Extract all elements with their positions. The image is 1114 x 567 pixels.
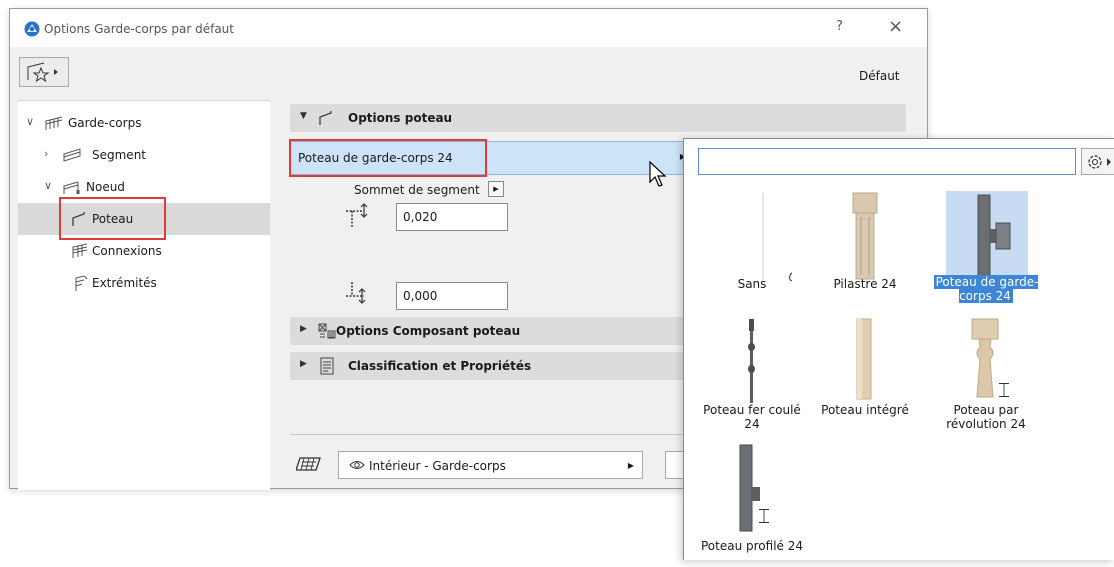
section-title: Classification et Propriétés (348, 359, 532, 373)
layer-select[interactable]: Intérieur - Garde-corps ▶ (338, 451, 643, 479)
section-options-poteau[interactable]: ▼ Options poteau (290, 104, 906, 132)
connections-icon (72, 243, 88, 258)
layer-icon (296, 457, 321, 471)
segment-top-label: Sommet de segment (354, 183, 480, 197)
component-icon (318, 323, 336, 339)
revolved-post-thumbnail: ⌶ (971, 318, 1010, 402)
library-settings-button[interactable] (1081, 148, 1114, 175)
svg-text:⌶: ⌶ (758, 504, 770, 528)
bottom-offset-icon (346, 282, 366, 304)
svg-text:⌶: ⌶ (998, 378, 1010, 402)
ends-icon (75, 275, 88, 291)
chevron-right-icon[interactable]: › (44, 147, 48, 160)
tree-item-label: Connexions (92, 244, 162, 258)
segment-icon (63, 148, 81, 162)
library-item-label: Poteau intégré (821, 403, 909, 417)
chevron-down-icon[interactable]: ∨ (26, 115, 34, 128)
tree-item-garde-corps[interactable]: ∨ Garde-corps (18, 107, 270, 139)
settings-tree: ∨ Garde-corps › Segment ∨ Noeud Poteau C… (18, 100, 270, 490)
tree-item-label: Noeud (86, 180, 125, 194)
library-item-poteau-garde-corps[interactable]: Poteau de garde-corps 24 (929, 191, 1043, 315)
bottom-offset-input[interactable]: 0,000 (396, 282, 508, 310)
library-item-poteau-integre[interactable]: Poteau intégré (808, 317, 922, 441)
section-title: Options poteau (348, 111, 453, 125)
library-search-input[interactable] (698, 148, 1076, 175)
railing-icon (45, 116, 63, 130)
highlight-box-picker (289, 139, 487, 177)
integrated-post-thumbnail (856, 318, 872, 400)
library-item-label: Pilastre 24 (833, 277, 897, 291)
favorites-star-icon (27, 62, 58, 83)
triangle-right-icon: ▶ (300, 324, 307, 334)
window-title: Options Garde-corps par défaut (44, 22, 234, 36)
pilaster-thumbnail (852, 192, 878, 280)
chevron-down-icon[interactable]: ∨ (44, 179, 52, 192)
library-item-label: Poteau fer coulé 24 (703, 403, 801, 431)
bottom-offset-value: 0,000 (403, 289, 438, 303)
segment-top-menu-button[interactable]: ▶ (488, 181, 504, 197)
default-label: Défaut (859, 69, 900, 83)
library-popup: ∅ Sans Pilastre 24 Poteau de garde-corps… (683, 138, 1114, 560)
close-button[interactable]: × (888, 16, 903, 37)
section-title: Options Composant poteau (336, 324, 521, 338)
profiled-post-thumbnail: ⌶ (739, 444, 770, 532)
eye-icon (349, 461, 365, 469)
library-item-label: Poteau de garde-corps 24 (933, 275, 1039, 303)
library-item-label: Sans (737, 277, 767, 291)
library-item-label: Poteau profilé 24 (701, 539, 803, 553)
top-offset-input[interactable]: 0,020 (396, 203, 508, 231)
triangle-right-icon: ▶ (300, 359, 307, 369)
library-item-label: Poteau par révolution 24 (946, 403, 1026, 431)
post-icon (319, 111, 332, 125)
gear-icon (1088, 155, 1111, 169)
classification-icon (320, 357, 334, 375)
none-item-icon: ∅ (762, 193, 792, 281)
library-item-poteau-fer-coule[interactable]: Poteau fer coulé 24 (695, 317, 809, 441)
library-item-sans[interactable]: ∅ Sans (695, 191, 809, 315)
highlight-box-poteau (59, 197, 166, 240)
triangle-right-icon: ▶ (627, 461, 634, 470)
library-item-poteau-revolution[interactable]: ⌶ Poteau par révolution 24 (929, 317, 1043, 441)
title-bar: Options Garde-corps par défaut ? × (10, 9, 927, 47)
railing-post-thumbnail (977, 194, 1011, 281)
library-item-poteau-profile[interactable]: ⌶ Poteau profilé 24 (695, 443, 809, 567)
library-item-pilastre[interactable]: Pilastre 24 (808, 191, 922, 315)
tree-item-segment[interactable]: › Segment (18, 139, 270, 171)
cast-iron-post-thumbnail (748, 319, 755, 403)
top-offset-value: 0,020 (403, 210, 438, 224)
tree-item-extremites[interactable]: Extrémités (18, 267, 270, 299)
top-offset-icon (346, 203, 368, 227)
tree-item-label: Segment (92, 148, 146, 162)
favorites-button[interactable] (19, 57, 69, 87)
node-icon (63, 181, 80, 194)
help-button[interactable]: ? (836, 19, 843, 34)
archicad-logo-icon (24, 21, 40, 37)
triangle-down-icon: ▼ (300, 111, 307, 121)
layer-value: Intérieur - Garde-corps (369, 459, 506, 473)
mouse-cursor-icon (649, 160, 667, 187)
tree-item-label: Extrémités (92, 276, 157, 290)
tree-item-label: Garde-corps (68, 116, 142, 130)
